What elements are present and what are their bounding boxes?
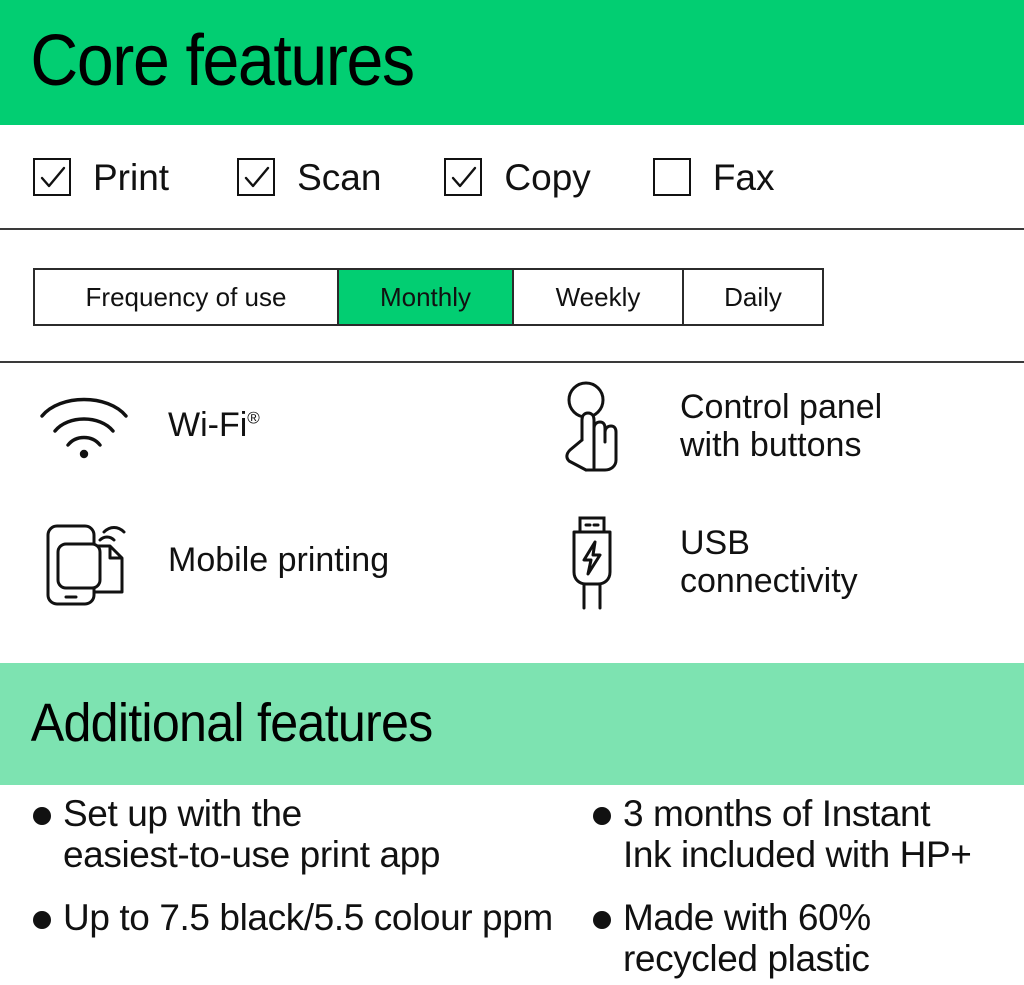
list-item: 3 months of Instant Ink included with HP… bbox=[593, 793, 1013, 876]
connectivity-feature-grid: Wi-Fi® Control panel with buttons Mobile… bbox=[0, 362, 1024, 659]
checklist-item-print[interactable]: Print bbox=[33, 158, 169, 196]
wifi-icon bbox=[36, 390, 132, 460]
checklist-label-print: Print bbox=[93, 156, 170, 198]
checklist-item-scan[interactable]: Scan bbox=[237, 158, 381, 196]
checklist-label-fax: Fax bbox=[712, 156, 775, 198]
frequency-option-weekly[interactable]: Weekly bbox=[514, 270, 684, 324]
check-mark-icon bbox=[40, 166, 66, 188]
additional-features-header: Additional features bbox=[0, 663, 1024, 785]
feature-mobile-printing: Mobile printing bbox=[36, 514, 389, 606]
bullet-dot-icon bbox=[593, 910, 611, 929]
check-mark-icon bbox=[452, 166, 477, 188]
wifi-label-text: Wi-Fi bbox=[168, 405, 248, 444]
bullet-column-left: Set up with the easiest-to-use print app… bbox=[33, 793, 593, 959]
bullet-dot-icon bbox=[33, 910, 51, 929]
page-title: Core features bbox=[30, 20, 415, 101]
additional-features-list: Set up with the easiest-to-use print app… bbox=[0, 793, 1024, 985]
registered-trademark-mark: ® bbox=[247, 408, 260, 428]
checkbox-unchecked-icon[interactable] bbox=[652, 158, 691, 196]
checklist-item-copy[interactable]: Copy bbox=[444, 156, 591, 198]
list-item-text: Made with 60% recycled plastic bbox=[623, 896, 871, 980]
bullet-column-right: 3 months of Instant Ink included with HP… bbox=[593, 793, 1013, 985]
bullet-dot-icon bbox=[593, 807, 611, 825]
frequency-selector-label: Frequency of use bbox=[35, 270, 339, 324]
checklist-label-copy: Copy bbox=[504, 156, 591, 198]
spec-sheet-page: Core features Print Scan Copy Fax Freque… bbox=[0, 0, 1024, 985]
frequency-option-monthly[interactable]: Monthly bbox=[339, 270, 514, 324]
checkbox-checked-icon[interactable] bbox=[33, 158, 71, 196]
frequency-option-daily[interactable]: Daily bbox=[684, 270, 822, 324]
checklist-label-scan: Scan bbox=[297, 156, 382, 198]
core-features-checklist: Print Scan Copy Fax bbox=[0, 126, 1024, 228]
divider-top bbox=[0, 228, 1024, 230]
list-item: Set up with the easiest-to-use print app bbox=[33, 793, 593, 876]
bullet-dot-icon bbox=[33, 807, 51, 825]
section-title: Additional features bbox=[30, 693, 434, 753]
feature-label-control-panel: Control panel with buttons bbox=[680, 387, 883, 464]
feature-label-mobile-printing: Mobile printing bbox=[168, 540, 390, 579]
check-mark-icon bbox=[244, 166, 270, 188]
frequency-of-use-selector: Frequency of use Monthly Weekly Daily bbox=[33, 268, 824, 326]
checkbox-checked-icon[interactable] bbox=[444, 158, 483, 196]
checkbox-checked-icon[interactable] bbox=[237, 158, 276, 196]
list-item-text: Set up with the easiest-to-use print app bbox=[63, 793, 441, 876]
list-item: Made with 60% recycled plastic bbox=[593, 897, 1013, 980]
feature-usb-connectivity: USB connectivity bbox=[556, 514, 858, 610]
mobile-printing-icon bbox=[36, 514, 132, 606]
list-item-text: 3 months of Instant Ink included with HP… bbox=[623, 793, 972, 876]
list-item-text: Up to 7.5 black/5.5 colour ppm bbox=[63, 896, 553, 938]
core-features-header: Core features bbox=[0, 0, 1024, 125]
feature-wifi: Wi-Fi® bbox=[36, 390, 260, 460]
usb-cable-icon bbox=[556, 514, 628, 610]
feature-label-wifi: Wi-Fi® bbox=[168, 406, 260, 444]
checklist-item-fax[interactable]: Fax bbox=[652, 156, 775, 198]
feature-control-panel: Control panel with buttons bbox=[556, 380, 882, 472]
list-item: Up to 7.5 black/5.5 colour ppm bbox=[33, 897, 593, 938]
feature-label-usb-connectivity: USB connectivity bbox=[680, 523, 858, 600]
touch-hand-icon bbox=[556, 380, 628, 472]
